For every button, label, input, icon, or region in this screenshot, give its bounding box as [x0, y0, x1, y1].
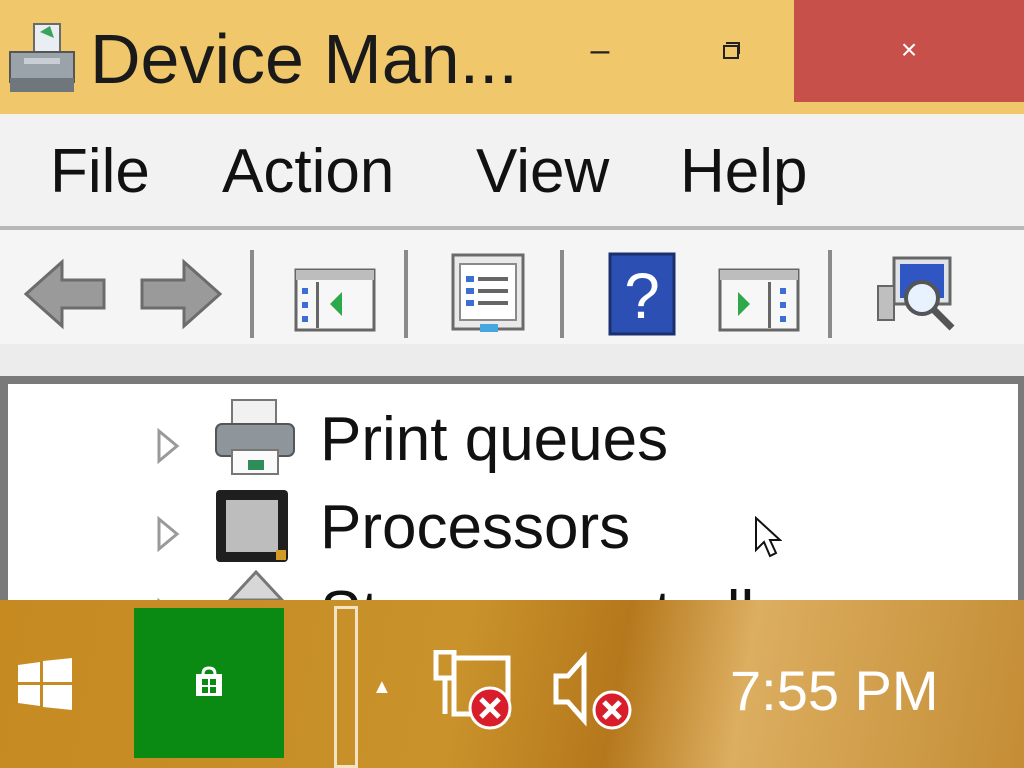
restore-button[interactable] [690, 0, 770, 100]
mouse-cursor-icon [754, 515, 783, 563]
forward-arrow-icon[interactable] [138, 256, 224, 337]
expand-arrow-icon[interactable] [156, 427, 180, 465]
show-hide-console-tree-icon[interactable] [294, 268, 376, 337]
storage-icon [224, 569, 288, 600]
tree-item-storage-controllers[interactable]: Storage controllers [320, 578, 840, 600]
pane-divider [0, 344, 1024, 376]
window-title: Device Man... [90, 20, 518, 98]
menu-view[interactable]: View [476, 136, 609, 208]
windows-start-icon[interactable] [18, 658, 72, 715]
printer-icon [214, 398, 296, 481]
device-tree-frame: Print queues Processors Storage controll… [0, 376, 1024, 600]
svg-text:?: ? [624, 260, 660, 332]
toolbar-separator [250, 250, 254, 338]
show-hidden-icons-button[interactable]: ▲ [372, 676, 392, 699]
network-disconnected-icon[interactable] [432, 649, 516, 735]
menu-action[interactable]: Action [222, 136, 394, 208]
back-arrow-icon[interactable] [22, 256, 108, 337]
volume-muted-icon[interactable] [552, 650, 636, 735]
tree-item-print-queues[interactable]: Print queues [320, 404, 668, 476]
expand-arrow-icon[interactable] [156, 515, 180, 553]
toolbar-separator [828, 250, 832, 338]
scan-hardware-icon[interactable] [872, 252, 960, 337]
toolbar-separator [560, 250, 564, 338]
properties-icon[interactable] [450, 252, 526, 341]
menu-help[interactable]: Help [680, 136, 808, 208]
tree-item-processors[interactable]: Processors [320, 492, 630, 564]
device-tree[interactable]: Print queues Processors Storage controll… [8, 384, 1018, 600]
device-manager-app-icon[interactable] [4, 18, 82, 96]
close-button[interactable]: × [794, 0, 1024, 102]
taskbar-open-window-button[interactable] [334, 606, 358, 768]
store-taskbar-button[interactable] [134, 608, 284, 758]
title-bar: Device Man... – × [0, 0, 1024, 114]
help-icon[interactable]: ? [608, 252, 676, 341]
toolbar: ? [0, 226, 1024, 348]
processor-icon [214, 488, 290, 569]
minimize-button[interactable]: – [560, 0, 640, 100]
show-action-pane-icon[interactable] [718, 268, 800, 337]
taskbar-clock[interactable]: 7:55 PM [730, 656, 939, 726]
toolbar-separator [404, 250, 408, 338]
store-bag-icon [194, 666, 224, 703]
menu-file[interactable]: File [50, 136, 150, 208]
menu-bar: File Action View Help [0, 114, 1024, 226]
